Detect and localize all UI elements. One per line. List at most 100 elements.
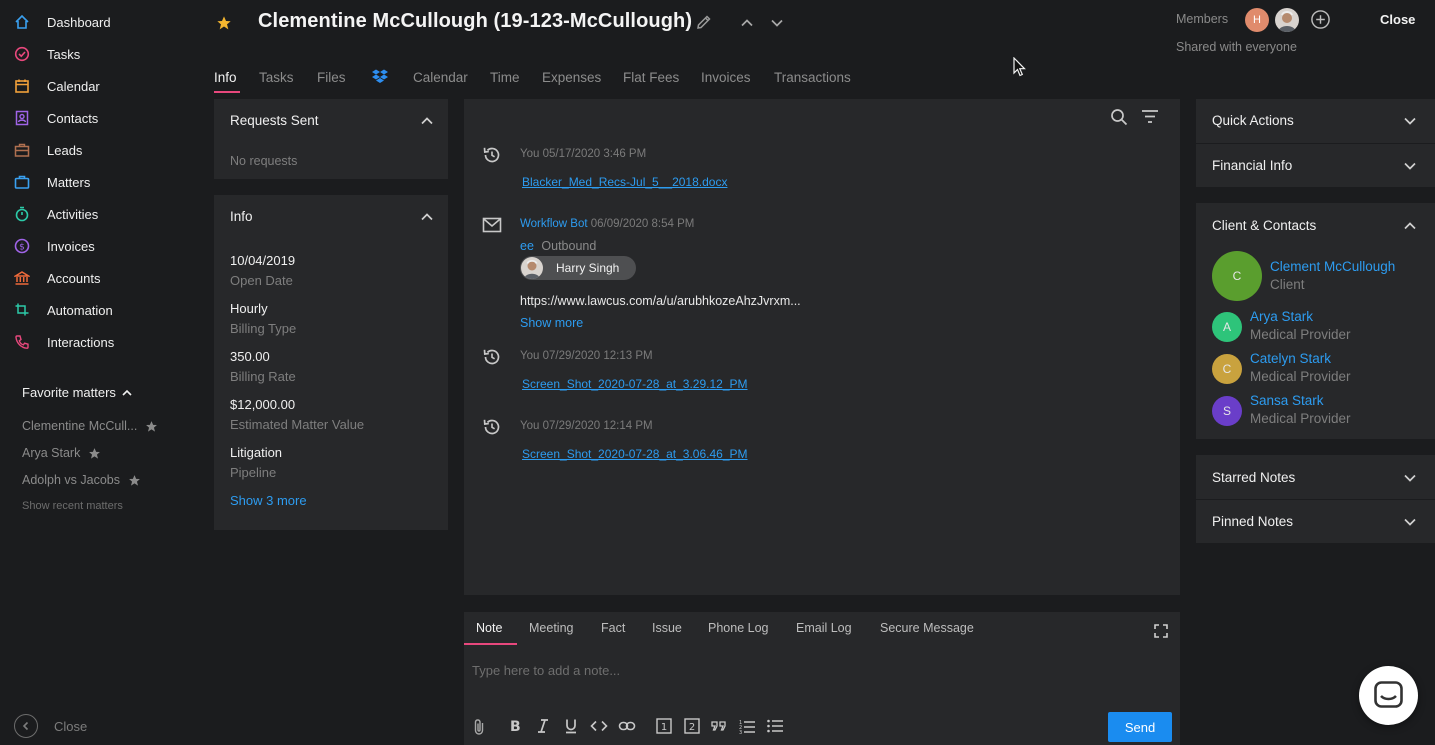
feed-entry-file-link[interactable]: Blacker_Med_Recs-Jul_5__2018.docx bbox=[522, 175, 727, 189]
tab-invoices[interactable]: Invoices bbox=[701, 70, 751, 85]
sidebar-item-activities[interactable]: Activities bbox=[14, 202, 98, 226]
chevron-down-icon[interactable] bbox=[1403, 471, 1417, 485]
tab-expenses[interactable]: Expenses bbox=[542, 70, 601, 85]
edit-pencil-icon[interactable] bbox=[696, 14, 712, 30]
contact-avatar: C bbox=[1212, 354, 1242, 384]
attachment-icon[interactable] bbox=[472, 718, 486, 736]
pinned-notes-panel[interactable]: Pinned Notes bbox=[1196, 500, 1435, 543]
open-date-label: Open Date bbox=[230, 273, 293, 288]
favorite-star-icon[interactable] bbox=[216, 15, 232, 31]
starred-notes-panel[interactable]: Starred Notes bbox=[1196, 455, 1435, 499]
add-member-icon[interactable] bbox=[1310, 9, 1331, 30]
filter-icon[interactable] bbox=[1141, 109, 1159, 125]
email-sender[interactable]: Workflow Bot bbox=[520, 218, 588, 230]
mail-icon bbox=[482, 217, 502, 233]
email-direction: Outbound bbox=[541, 239, 597, 253]
favorite-matter-item[interactable]: Adolph vs Jacobs bbox=[22, 473, 141, 487]
info-title: Info bbox=[230, 209, 253, 224]
heading-two-icon[interactable]: 2 bbox=[684, 718, 700, 734]
matter-value-value: $12,000.00 bbox=[230, 397, 296, 412]
sidebar-item-interactions[interactable]: Interactions bbox=[14, 330, 114, 354]
show-recent-matters-link[interactable]: Show recent matters bbox=[22, 500, 123, 512]
chevron-down-icon[interactable] bbox=[1403, 159, 1417, 173]
composer-tab-issue[interactable]: Issue bbox=[652, 621, 682, 635]
chevron-up-icon[interactable] bbox=[1403, 219, 1417, 233]
sidebar-item-dashboard[interactable]: Dashboard bbox=[14, 10, 111, 34]
show-more-link[interactable]: Show 3 more bbox=[230, 493, 307, 508]
tab-info[interactable]: Info bbox=[214, 70, 237, 85]
feed-entry-file-link[interactable]: Screen_Shot_2020-07-28_at_3.06.46_PM bbox=[522, 447, 748, 461]
star-icon[interactable] bbox=[128, 474, 141, 487]
email-subject[interactable]: ee bbox=[520, 239, 534, 253]
chevron-down-icon[interactable] bbox=[1403, 114, 1417, 128]
note-input[interactable]: Type here to add a note... bbox=[472, 663, 620, 678]
recipient-chip[interactable]: Harry Singh bbox=[520, 256, 636, 280]
composer-tab-secure-message[interactable]: Secure Message bbox=[880, 621, 974, 635]
star-icon[interactable] bbox=[88, 447, 101, 460]
favorite-matters-header[interactable]: Favorite matters bbox=[22, 385, 133, 400]
sidebar-item-label: Matters bbox=[47, 174, 91, 190]
sidebar-item-calendar[interactable]: Calendar bbox=[14, 74, 100, 98]
sidebar-close-button[interactable]: Close bbox=[14, 714, 87, 738]
close-button[interactable]: Close bbox=[1380, 12, 1415, 27]
sidebar-item-tasks[interactable]: Tasks bbox=[14, 42, 80, 66]
heading-one-icon[interactable]: 1 bbox=[656, 718, 672, 734]
quick-actions-panel[interactable]: Quick Actions bbox=[1196, 99, 1435, 143]
tab-tasks[interactable]: Tasks bbox=[259, 70, 294, 85]
contact-name-link[interactable]: Arya Stark bbox=[1250, 309, 1313, 324]
contact-name-link[interactable]: Clement McCullough bbox=[1270, 259, 1395, 274]
activity-feed: You 05/17/2020 3:46 PM Blacker_Med_Recs-… bbox=[464, 99, 1180, 595]
sidebar-item-contacts[interactable]: Contacts bbox=[14, 106, 98, 130]
search-icon[interactable] bbox=[1110, 108, 1128, 126]
contact-name-link[interactable]: Sansa Stark bbox=[1250, 393, 1324, 408]
sidebar-item-automation[interactable]: Automation bbox=[14, 298, 113, 322]
bullet-list-icon[interactable] bbox=[766, 718, 784, 734]
contact-avatar: C bbox=[1212, 251, 1262, 301]
favorite-matter-item[interactable]: Arya Stark bbox=[22, 446, 101, 460]
italic-icon[interactable] bbox=[536, 718, 550, 734]
financial-info-panel[interactable]: Financial Info bbox=[1196, 144, 1435, 187]
svg-text:3: 3 bbox=[739, 730, 742, 734]
composer-tab-fact[interactable]: Fact bbox=[601, 621, 625, 635]
favorite-matter-label: Clementine McCull... bbox=[22, 419, 138, 433]
chat-launcher-button[interactable] bbox=[1359, 666, 1418, 725]
send-button[interactable]: Send bbox=[1108, 712, 1172, 742]
member-avatar-photo[interactable] bbox=[1275, 8, 1299, 32]
bold-icon[interactable]: B bbox=[508, 718, 522, 734]
client-contacts-panel: Client & Contacts C Clement McCullough C… bbox=[1196, 203, 1435, 439]
contact-name-link[interactable]: Catelyn Stark bbox=[1250, 351, 1331, 366]
underline-icon[interactable] bbox=[564, 718, 578, 734]
composer-tab-phone-log[interactable]: Phone Log bbox=[708, 621, 768, 635]
tab-flat-fees[interactable]: Flat Fees bbox=[623, 70, 679, 85]
star-icon[interactable] bbox=[145, 420, 158, 433]
dropbox-icon[interactable] bbox=[372, 69, 388, 83]
composer-tab-meeting[interactable]: Meeting bbox=[529, 621, 573, 635]
chevron-down-icon[interactable] bbox=[770, 16, 784, 30]
home-icon bbox=[15, 14, 29, 29]
feed-entry-file-link[interactable]: Screen_Shot_2020-07-28_at_3.29.12_PM bbox=[522, 377, 748, 391]
favorite-matters-title: Favorite matters bbox=[22, 385, 116, 400]
sidebar-item-leads[interactable]: Leads bbox=[14, 138, 82, 162]
link-icon[interactable] bbox=[618, 718, 636, 734]
tab-transactions[interactable]: Transactions bbox=[774, 70, 851, 85]
requests-empty-text: No requests bbox=[230, 154, 298, 168]
tab-calendar[interactable]: Calendar bbox=[413, 70, 468, 85]
show-more-link[interactable]: Show more bbox=[520, 316, 583, 330]
chevron-up-icon[interactable] bbox=[420, 210, 434, 224]
sidebar-item-invoices[interactable]: $ Invoices bbox=[14, 234, 95, 258]
chevron-up-icon[interactable] bbox=[420, 114, 434, 128]
composer-tab-note[interactable]: Note bbox=[476, 621, 502, 635]
sidebar-item-matters[interactable]: Matters bbox=[14, 170, 90, 194]
sidebar-item-accounts[interactable]: Accounts bbox=[14, 266, 100, 290]
code-icon[interactable] bbox=[590, 718, 608, 734]
favorite-matter-item[interactable]: Clementine McCull... bbox=[22, 419, 158, 433]
composer-tab-email-log[interactable]: Email Log bbox=[796, 621, 852, 635]
member-avatar[interactable]: H bbox=[1245, 8, 1269, 32]
quote-icon[interactable] bbox=[710, 718, 728, 734]
chevron-down-icon[interactable] bbox=[1403, 515, 1417, 529]
tab-files[interactable]: Files bbox=[317, 70, 346, 85]
chevron-up-icon[interactable] bbox=[740, 16, 754, 30]
numbered-list-icon[interactable]: 123 bbox=[738, 718, 756, 734]
tab-time[interactable]: Time bbox=[490, 70, 520, 85]
fullscreen-icon[interactable] bbox=[1154, 624, 1168, 638]
